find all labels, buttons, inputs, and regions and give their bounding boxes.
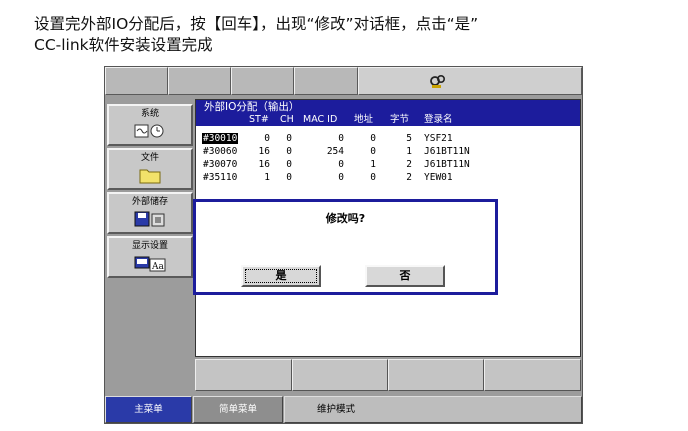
row-mac-id: 0	[338, 159, 344, 170]
external-storage-icon	[109, 210, 191, 232]
window-title-bar: 外部IO分配（输出） ST# CH MAC ID 地址 字节 登录名	[196, 100, 580, 126]
row-id: #30060	[203, 146, 238, 157]
row-mac-id: 0	[338, 172, 344, 183]
function-key-bar	[195, 359, 581, 391]
function-key-1[interactable]	[195, 359, 292, 391]
column-header-ch: CH	[280, 114, 294, 125]
row-st: 16	[258, 159, 270, 170]
row-bytes: 2	[406, 159, 412, 170]
column-header-mac-id: MAC ID	[303, 114, 338, 125]
modify-confirm-dialog: 修改吗? 是 否	[193, 199, 498, 295]
table-row[interactable]: #30070 16 0 0 1 2 J61BT11N	[196, 159, 580, 171]
status-cell-4[interactable]	[294, 67, 358, 95]
table-row[interactable]: #30060 16 0 254 0 1 J61BT11N	[196, 146, 580, 158]
row-st: 0	[264, 133, 270, 144]
row-st: 1	[264, 172, 270, 183]
row-ch: 0	[286, 146, 292, 157]
column-header-login-name: 登录名	[424, 114, 453, 125]
simple-menu-button[interactable]: 简单菜单	[193, 396, 283, 423]
row-ch: 0	[286, 159, 292, 170]
sidebar-item-file[interactable]: 文件	[107, 148, 193, 190]
caption-line-1: 设置完外部IO分配后，按【回车】，出现“修改”对话框，点击“是”	[34, 15, 479, 33]
column-header-address: 地址	[354, 114, 374, 125]
main-menu-button[interactable]: 主菜单	[105, 396, 192, 423]
row-id: #30010	[202, 133, 239, 144]
display-settings-icon: Aa	[109, 254, 191, 276]
row-login-name: YEW01	[424, 172, 453, 183]
sidebar-item-system[interactable]: 系统	[107, 104, 193, 146]
sidebar-item-label: 系统	[140, 109, 159, 119]
row-ch: 0	[286, 133, 292, 144]
row-mac-id: 0	[338, 133, 344, 144]
instruction-caption: 设置完外部IO分配后，按【回车】，出现“修改”对话框，点击“是” CC-link…	[34, 14, 674, 56]
no-button[interactable]: 否	[365, 265, 445, 287]
row-bytes: 2	[406, 172, 412, 183]
row-ch: 0	[286, 172, 292, 183]
row-bytes: 1	[406, 146, 412, 157]
sidebar-item-display-settings[interactable]: 显示设置 Aa	[107, 236, 193, 278]
sidebar-item-label: 文件	[140, 153, 159, 163]
status-cell-5[interactable]	[358, 67, 582, 95]
row-address: 0	[370, 133, 376, 144]
status-cell-3[interactable]	[231, 67, 294, 95]
function-key-2[interactable]	[292, 359, 388, 391]
function-key-4[interactable]	[484, 359, 581, 391]
table-row[interactable]: #30010 0 0 0 0 5 YSF21	[196, 133, 580, 145]
function-key-3[interactable]	[388, 359, 484, 391]
mode-indicator: 维护模式	[284, 396, 582, 423]
row-bytes: 5	[406, 133, 412, 144]
sidebar-item-label: 显示设置	[131, 241, 168, 251]
row-login-name: YSF21	[424, 133, 453, 144]
bottom-menu-bar: 主菜单 简单菜单 维护模式	[105, 396, 582, 423]
row-address: 0	[370, 146, 376, 157]
table-row[interactable]: #35110 1 0 0 0 2 YEW01	[196, 172, 580, 184]
status-bar	[105, 67, 582, 96]
row-login-name: J61BT11N	[424, 159, 470, 170]
dialog-message: 修改吗?	[325, 212, 366, 225]
caption-line-2: CC-link软件安装设置完成	[34, 36, 213, 54]
column-header-bytes: 字节	[390, 114, 410, 125]
row-mac-id: 254	[326, 146, 344, 157]
yes-button[interactable]: 是	[241, 265, 321, 287]
folder-icon	[109, 166, 191, 188]
row-id: #30070	[203, 159, 238, 170]
row-st: 16	[258, 146, 270, 157]
system-icon	[109, 122, 191, 144]
sidebar-item-label: 外部储存	[131, 197, 168, 207]
hand-gears-icon	[429, 73, 447, 89]
pendant-screen: 系统 文件 外部储存 显示设置 Aa 外部IO分配（输出） ST# CH MAC…	[104, 66, 583, 424]
column-header-st: ST#	[249, 114, 269, 125]
svg-text:Aa: Aa	[151, 262, 164, 272]
row-address: 0	[370, 172, 376, 183]
status-cell-1[interactable]	[105, 67, 168, 95]
row-address: 1	[370, 159, 376, 170]
status-cell-2[interactable]	[168, 67, 231, 95]
row-id: #35110	[203, 172, 238, 183]
row-login-name: J61BT11N	[424, 146, 470, 157]
sidebar-item-external-storage[interactable]: 外部储存	[107, 192, 193, 234]
